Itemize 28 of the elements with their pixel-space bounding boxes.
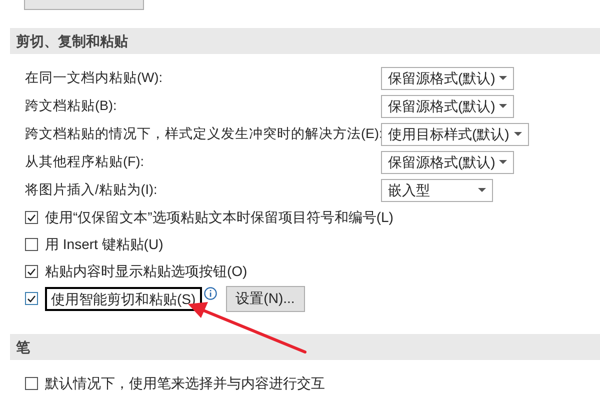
checkbox[interactable]: [25, 377, 38, 390]
dropdown[interactable]: 保留源格式(默认): [381, 66, 514, 90]
option-label: 默认情况下，使用笔来选择并与内容进行交互: [45, 374, 325, 393]
section-header: 笔: [10, 334, 600, 360]
dropdown-caret-icon: [499, 104, 507, 108]
dropdown[interactable]: 使用目标样式(默认): [381, 122, 529, 146]
dropdown[interactable]: 保留源格式(默认): [381, 94, 514, 118]
dropdown-caret-icon: [514, 132, 522, 136]
dropdown-caret-icon: [478, 188, 486, 192]
option-label: 跨文档粘贴(B):: [25, 96, 118, 115]
option-label: 将图片插入/粘贴为(I):: [25, 180, 158, 199]
option-label: 使用“仅保留文本”选项粘贴文本时保留项目符号和编号(L): [45, 208, 394, 227]
checkbox[interactable]: [25, 292, 38, 305]
dropdown[interactable]: 嵌入型: [381, 178, 493, 202]
section-header: 剪切、复制和粘贴: [10, 28, 600, 54]
dropdown-caret-icon: [499, 160, 507, 164]
dropdown-caret-icon: [499, 76, 507, 80]
checkbox[interactable]: [25, 265, 38, 278]
checkbox[interactable]: [25, 238, 38, 251]
checkbox[interactable]: [25, 211, 38, 224]
settings-button[interactable]: 设置(N)...: [226, 286, 305, 312]
info-icon[interactable]: [204, 287, 217, 300]
option-label: 跨文档粘贴的情况下，样式定义发生冲突时的解决方法(E):: [25, 124, 381, 143]
option-label: 用 Insert 键粘贴(U): [45, 235, 164, 254]
option-label: 在同一文档内粘贴(W):: [25, 68, 164, 87]
dropdown[interactable]: 保留源格式(默认): [381, 150, 514, 174]
option-label: 从其他程序粘贴(F):: [25, 152, 145, 171]
option-label: 粘贴内容时显示粘贴选项按钮(O): [45, 262, 248, 281]
